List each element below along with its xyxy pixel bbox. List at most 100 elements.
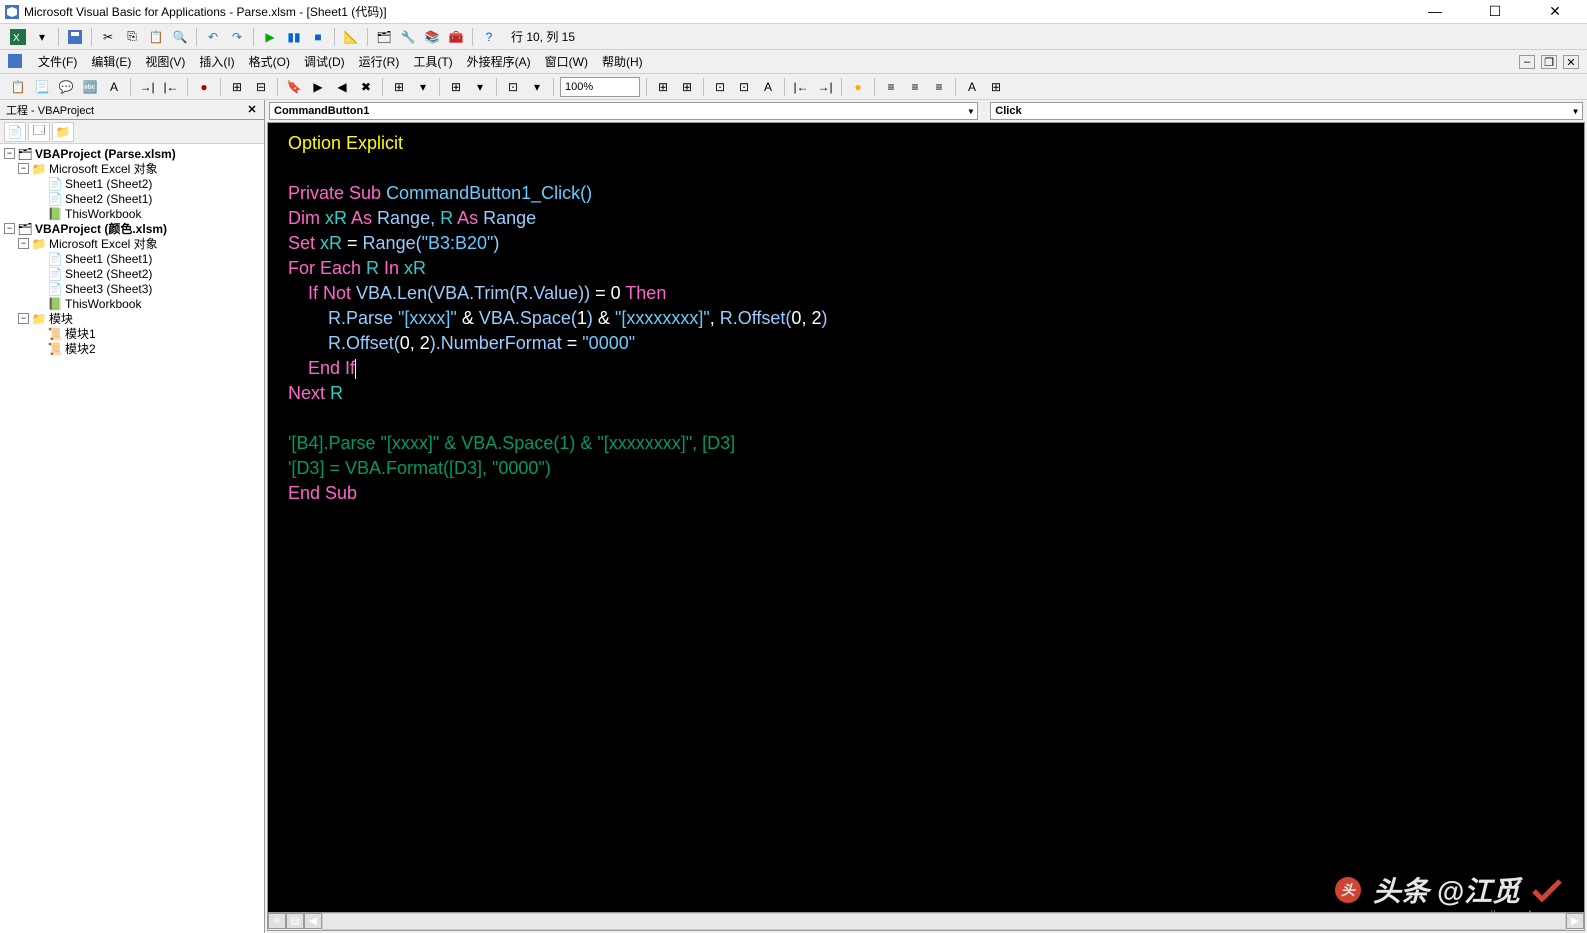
tree-workbook[interactable]: 📗 ThisWorkbook bbox=[2, 206, 262, 221]
view-object-button[interactable]: 🗔 bbox=[28, 122, 50, 142]
paste-button[interactable]: 📋 bbox=[146, 27, 166, 47]
expand-icon[interactable]: − bbox=[18, 313, 29, 324]
tree-module[interactable]: 📜 模块1 bbox=[2, 326, 262, 341]
menu-window[interactable]: 窗口(W) bbox=[539, 51, 594, 72]
reset-button[interactable]: ■ bbox=[308, 27, 328, 47]
menu-debug[interactable]: 调试(D) bbox=[298, 51, 351, 72]
code-editor[interactable]: Option Explicit Private Sub CommandButto… bbox=[267, 122, 1585, 931]
mdi-close[interactable]: ✕ bbox=[1563, 55, 1579, 69]
copy-button[interactable]: ⎘ bbox=[122, 27, 142, 47]
tree-folder[interactable]: − 📁 Microsoft Excel 对象 bbox=[2, 236, 262, 251]
properties-button[interactable]: 🔧 bbox=[398, 27, 418, 47]
outdent-button[interactable]: |← bbox=[161, 77, 181, 97]
size-button[interactable]: ⊡ bbox=[503, 77, 523, 97]
expand-icon[interactable]: − bbox=[18, 238, 29, 249]
tb-btn-i[interactable]: ≡ bbox=[929, 77, 949, 97]
quick-info-button[interactable]: 💬 bbox=[56, 77, 76, 97]
tb-btn-h[interactable]: ≡ bbox=[905, 77, 925, 97]
tree-sheet[interactable]: 📄 Sheet2 (Sheet1) bbox=[2, 191, 262, 206]
view-code-button[interactable]: 📄 bbox=[4, 122, 26, 142]
break-button[interactable]: ▮▮ bbox=[284, 27, 304, 47]
excel-icon[interactable]: X bbox=[8, 27, 28, 47]
tb-btn-e[interactable]: A bbox=[758, 77, 778, 97]
design-mode-button[interactable]: 📐 bbox=[341, 27, 361, 47]
help-button[interactable]: ? bbox=[479, 27, 499, 47]
align-button[interactable]: ⊞ bbox=[446, 77, 466, 97]
outdent2-button[interactable]: |← bbox=[791, 77, 811, 97]
close-button[interactable]: ✕ bbox=[1535, 3, 1575, 20]
menu-edit[interactable]: 编辑(E) bbox=[85, 51, 137, 72]
procedure-dropdown[interactable]: Click bbox=[990, 102, 1583, 120]
toggle-folders-button[interactable]: 📁 bbox=[52, 122, 74, 142]
clear-bookmarks-button[interactable]: ✖ bbox=[356, 77, 376, 97]
scroll-left-button[interactable]: ◀ bbox=[304, 913, 322, 929]
menu-tools[interactable]: 工具(T) bbox=[407, 51, 458, 72]
toolbox-button[interactable]: 🧰 bbox=[446, 27, 466, 47]
tree-sheet[interactable]: 📄 Sheet1 (Sheet1) bbox=[2, 251, 262, 266]
menu-addins[interactable]: 外接程序(A) bbox=[461, 51, 537, 72]
scroll-right-button[interactable]: ▶ bbox=[1566, 913, 1584, 929]
full-module-view-button[interactable]: ▤ bbox=[286, 913, 304, 929]
tree-folder[interactable]: − 📁 Microsoft Excel 对象 bbox=[2, 161, 262, 176]
tb-dropdown[interactable]: ▾ bbox=[413, 77, 433, 97]
undo-button[interactable]: ↶ bbox=[203, 27, 223, 47]
minimize-button[interactable]: — bbox=[1415, 3, 1455, 20]
tree-sheet[interactable]: 📄 Sheet3 (Sheet3) bbox=[2, 281, 262, 296]
menu-file[interactable]: 文件(F) bbox=[32, 51, 83, 72]
tree-sheet[interactable]: 📄 Sheet1 (Sheet2) bbox=[2, 176, 262, 191]
menu-format[interactable]: 格式(O) bbox=[243, 51, 296, 72]
uncomment-button[interactable]: ⊟ bbox=[251, 77, 271, 97]
menu-insert[interactable]: 插入(I) bbox=[193, 51, 240, 72]
find-button[interactable]: 🔍 bbox=[170, 27, 190, 47]
tb-btn-k[interactable]: ⊞ bbox=[986, 77, 1006, 97]
breakpoint-button[interactable]: ● bbox=[194, 77, 214, 97]
tree-workbook[interactable]: 📗 ThisWorkbook bbox=[2, 296, 262, 311]
comment-button[interactable]: ⊞ bbox=[227, 77, 247, 97]
indent2-button[interactable]: →| bbox=[815, 77, 835, 97]
zoom-combo[interactable]: 100% bbox=[560, 77, 640, 97]
object-browser-button[interactable]: 📚 bbox=[422, 27, 442, 47]
list-constants-button[interactable]: 📃 bbox=[32, 77, 52, 97]
menu-help[interactable]: 帮助(H) bbox=[596, 51, 649, 72]
cut-button[interactable]: ✂ bbox=[98, 27, 118, 47]
tree-project-1[interactable]: − 🗂 VBAProject (Parse.xlsm) bbox=[2, 146, 262, 161]
mdi-restore[interactable]: ❐ bbox=[1541, 55, 1557, 69]
maximize-button[interactable]: ☐ bbox=[1475, 3, 1515, 20]
expand-icon[interactable]: − bbox=[4, 148, 15, 159]
tree-sheet[interactable]: 📄 Sheet2 (Sheet2) bbox=[2, 266, 262, 281]
run-button[interactable]: ▶ bbox=[260, 27, 280, 47]
tb-btn-b[interactable]: ⊞ bbox=[677, 77, 697, 97]
panel-close-button[interactable]: ✕ bbox=[244, 103, 260, 116]
tree-module[interactable]: 📜 模块2 bbox=[2, 341, 262, 356]
save-button[interactable] bbox=[65, 27, 85, 47]
prev-bookmark-button[interactable]: ◀ bbox=[332, 77, 352, 97]
mdi-minimize[interactable]: – bbox=[1519, 55, 1535, 69]
insert-dropdown[interactable]: ▾ bbox=[32, 27, 52, 47]
menu-run[interactable]: 运行(R) bbox=[353, 51, 406, 72]
expand-icon[interactable]: − bbox=[18, 163, 29, 174]
horizontal-scrollbar[interactable] bbox=[322, 913, 1566, 930]
tb-btn-f[interactable]: ● bbox=[848, 77, 868, 97]
project-explorer-button[interactable]: 🗂 bbox=[374, 27, 394, 47]
menu-view[interactable]: 视图(V) bbox=[139, 51, 191, 72]
indent-button[interactable]: →| bbox=[137, 77, 157, 97]
object-dropdown[interactable]: CommandButton1 bbox=[269, 102, 978, 120]
tb-btn-g[interactable]: ≡ bbox=[881, 77, 901, 97]
tb-btn-j[interactable]: A bbox=[962, 77, 982, 97]
list-properties-button[interactable]: 📋 bbox=[8, 77, 28, 97]
tree-modules-folder[interactable]: − 📁 模块 bbox=[2, 311, 262, 326]
align-dropdown[interactable]: ▾ bbox=[470, 77, 490, 97]
bookmark-button[interactable]: 🔖 bbox=[284, 77, 304, 97]
project-tree[interactable]: − 🗂 VBAProject (Parse.xlsm) − 📁 Microsof… bbox=[0, 144, 264, 933]
tb-btn-a[interactable]: ⊞ bbox=[653, 77, 673, 97]
procedure-view-button[interactable]: ≡ bbox=[268, 913, 286, 929]
tree-project-2[interactable]: − 🗂 VBAProject (颜色.xlsm) bbox=[2, 221, 262, 236]
expand-icon[interactable]: − bbox=[4, 223, 15, 234]
tab-order-button[interactable]: ⊞ bbox=[389, 77, 409, 97]
tb-btn-d[interactable]: ⊡ bbox=[734, 77, 754, 97]
size-dropdown[interactable]: ▾ bbox=[527, 77, 547, 97]
tb-btn-c[interactable]: ⊡ bbox=[710, 77, 730, 97]
next-bookmark-button[interactable]: ▶ bbox=[308, 77, 328, 97]
redo-button[interactable]: ↷ bbox=[227, 27, 247, 47]
parameter-info-button[interactable]: 🔤 bbox=[80, 77, 100, 97]
